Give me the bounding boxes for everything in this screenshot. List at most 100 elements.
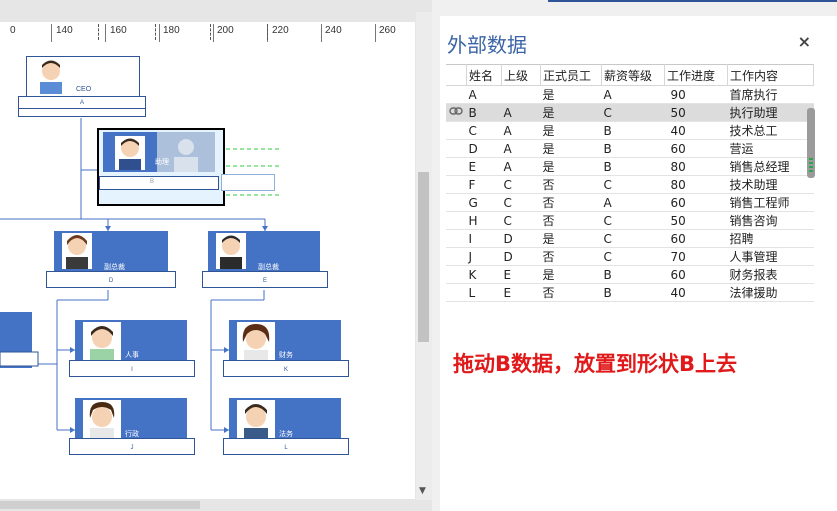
table-cell[interactable]: 是 [540, 229, 602, 248]
table-cell[interactable]: 否 [540, 283, 602, 302]
table-cell[interactable]: C [501, 175, 541, 194]
table-cell[interactable]: A [501, 157, 541, 176]
close-icon[interactable]: × [798, 32, 811, 51]
table-cell[interactable]: C [466, 121, 502, 140]
row-header[interactable] [446, 229, 467, 248]
table-cell[interactable]: B [601, 121, 665, 140]
table-cell[interactable]: D [501, 229, 541, 248]
table-cell[interactable]: 50 [664, 103, 728, 122]
table-row[interactable]: J D 否 C 70 人事管理 [446, 247, 814, 266]
row-header[interactable] [446, 175, 467, 194]
table-cell[interactable]: E [501, 265, 541, 284]
row-header[interactable] [446, 121, 467, 140]
table-cell[interactable]: 财务报表 [727, 265, 814, 284]
scroll-down-arrow-icon[interactable]: ▼ [419, 486, 426, 496]
drawing-page[interactable]: CEO A 助理 B 副总裁 D 副总裁 E 人事 I 财务 K 行政 J 法务… [0, 42, 415, 499]
row-header[interactable] [446, 247, 467, 266]
table-cell[interactable]: A [501, 121, 541, 140]
vertical-scrollbar[interactable]: ▼ [416, 12, 432, 500]
table-cell[interactable]: 执行助理 [727, 103, 814, 122]
row-header[interactable] [446, 139, 467, 158]
column-header[interactable]: 上级 [501, 64, 541, 86]
table-cell[interactable]: 70 [664, 247, 728, 266]
table-cell[interactable]: J [466, 247, 502, 266]
table-cell[interactable]: 首席执行 [727, 85, 814, 104]
column-header[interactable]: 工作进度 [664, 64, 728, 86]
table-cell[interactable]: 40 [664, 121, 728, 140]
table-cell[interactable]: 销售咨询 [727, 211, 814, 230]
org-shape-l[interactable]: 法务 L [223, 398, 349, 458]
table-cell[interactable]: A [601, 193, 665, 212]
table-cell[interactable]: D [501, 247, 541, 266]
row-header[interactable] [446, 265, 467, 284]
table-cell[interactable]: 是 [540, 85, 602, 104]
table-cell[interactable]: D [466, 139, 502, 158]
table-cell[interactable]: 是 [540, 265, 602, 284]
org-shape-i[interactable]: 人事 I [69, 320, 195, 380]
table-cell[interactable]: 90 [664, 85, 728, 104]
table-cell[interactable]: B [601, 283, 665, 302]
org-shape-ceo[interactable]: CEO A [18, 56, 146, 118]
table-cell[interactable]: K [466, 265, 502, 284]
table-cell[interactable]: 销售工程师 [727, 193, 814, 212]
table-cell[interactable]: F [466, 175, 502, 194]
table-cell[interactable]: 是 [540, 121, 602, 140]
table-cell[interactable]: 否 [540, 211, 602, 230]
row-header[interactable] [446, 157, 467, 176]
table-cell[interactable]: 60 [664, 193, 728, 212]
table-cell[interactable]: 40 [664, 283, 728, 302]
table-row[interactable]: F C 否 C 80 技术助理 [446, 175, 814, 194]
table-row[interactable]: A 是 A 90 首席执行 [446, 85, 814, 104]
scrollbar-thumb[interactable] [418, 172, 429, 342]
column-header[interactable]: 薪资等级 [601, 64, 665, 86]
table-cell[interactable]: 法律援助 [727, 283, 814, 302]
table-cell[interactable]: 否 [540, 175, 602, 194]
table-cell[interactable]: A [501, 103, 541, 122]
table-row[interactable]: C A 是 B 40 技术总工 [446, 121, 814, 140]
table-cell[interactable]: C [501, 211, 541, 230]
table-cell[interactable]: G [466, 193, 502, 212]
table-cell[interactable]: C [601, 175, 665, 194]
row-header[interactable] [446, 85, 467, 104]
row-header[interactable] [446, 193, 467, 212]
table-cell[interactable]: A [501, 139, 541, 158]
table-cell[interactable]: E [466, 157, 502, 176]
table-cell[interactable]: E [501, 283, 541, 302]
org-shape-k[interactable]: 财务 K [223, 320, 349, 380]
table-cell[interactable]: 招聘 [727, 229, 814, 248]
table-cell[interactable]: 否 [540, 193, 602, 212]
table-cell[interactable]: B [601, 265, 665, 284]
table-row[interactable]: B A 是 C 50 执行助理 [446, 103, 814, 122]
table-cell[interactable]: 营运 [727, 139, 814, 158]
table-cell[interactable]: A [601, 85, 665, 104]
table-cell[interactable]: 60 [664, 139, 728, 158]
horizontal-scrollbar[interactable] [0, 499, 416, 511]
org-shape-e[interactable]: 副总裁 E [202, 231, 328, 291]
table-cell[interactable]: C [601, 103, 665, 122]
table-cell[interactable]: 是 [540, 157, 602, 176]
table-cell[interactable]: B [466, 103, 502, 122]
table-row[interactable]: K E 是 B 60 财务报表 [446, 265, 814, 284]
table-cell[interactable]: C [601, 247, 665, 266]
row-header[interactable] [446, 211, 467, 230]
table-row[interactable]: G C 否 A 60 销售工程师 [446, 193, 814, 212]
link-icon[interactable] [446, 103, 467, 122]
org-shape-d[interactable]: 副总裁 D [46, 231, 176, 291]
drawing-canvas[interactable]: 0 140 160 180 200 220 240 260 CEO A 助理 B… [0, 0, 432, 511]
table-cell[interactable]: C [501, 193, 541, 212]
table-cell[interactable]: C [601, 211, 665, 230]
table-cell[interactable]: 技术总工 [727, 121, 814, 140]
table-cell[interactable]: C [601, 229, 665, 248]
table-cell[interactable]: 80 [664, 157, 728, 176]
org-shape-j[interactable]: 行政 J [69, 398, 195, 458]
table-cell[interactable]: 80 [664, 175, 728, 194]
table-cell[interactable]: B [601, 139, 665, 158]
table-cell[interactable]: 60 [664, 229, 728, 248]
table-cell[interactable]: 技术助理 [727, 175, 814, 194]
org-shape-b-selected[interactable]: 助理 B [97, 128, 225, 206]
column-header[interactable]: 工作内容 [727, 64, 814, 86]
table-cell[interactable]: 人事管理 [727, 247, 814, 266]
table-cell[interactable]: L [466, 283, 502, 302]
column-header[interactable]: 正式员工 [540, 64, 602, 86]
table-cell[interactable]: 是 [540, 103, 602, 122]
